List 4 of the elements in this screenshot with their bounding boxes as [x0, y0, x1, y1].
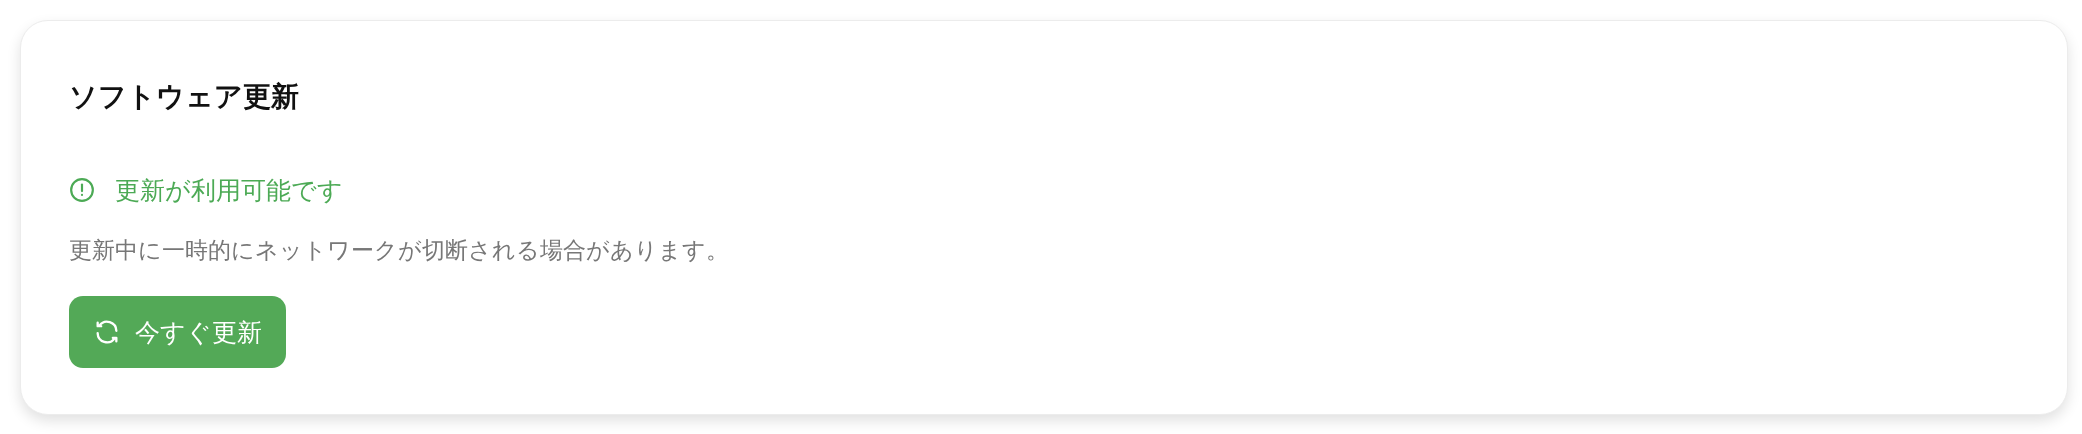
update-button[interactable]: 今すぐ更新: [69, 296, 286, 368]
status-text: 更新が利用可能です: [115, 177, 343, 203]
description-text: 更新中に一時的にネットワークが切断される場合があります。: [69, 239, 730, 262]
card-title: ソフトウェア更新: [69, 83, 300, 111]
